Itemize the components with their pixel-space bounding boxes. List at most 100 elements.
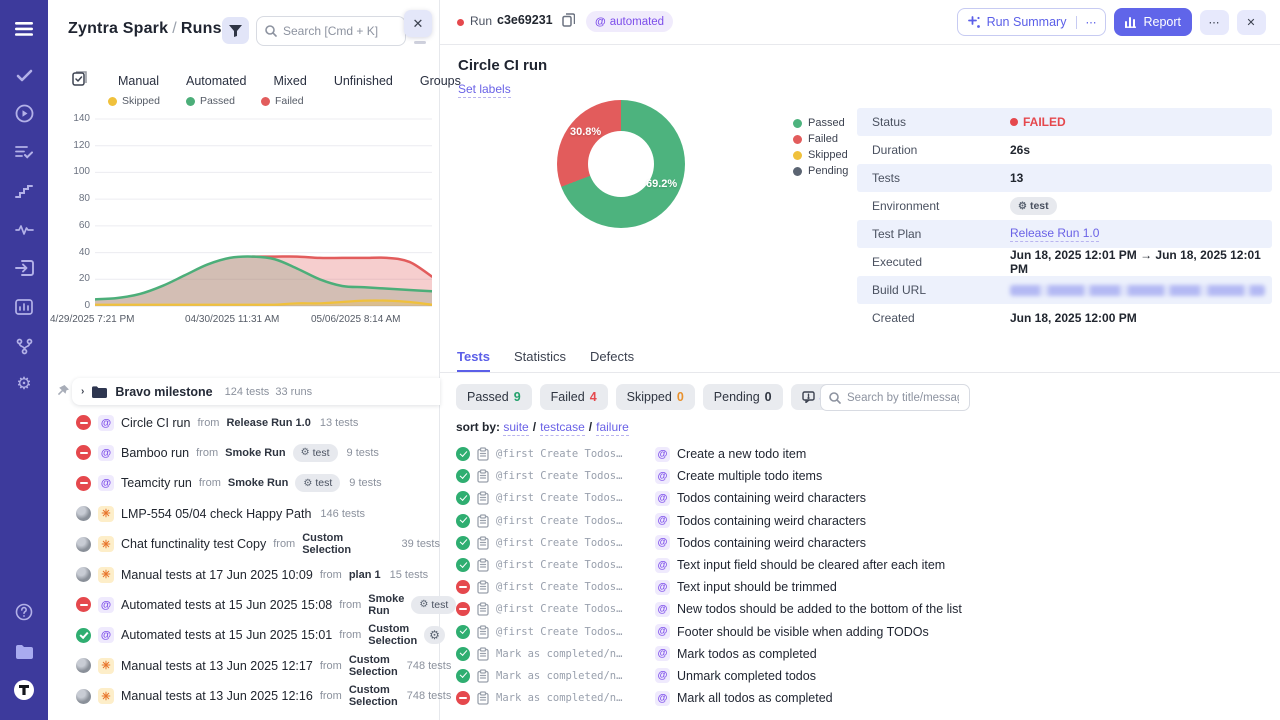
test-title[interactable]: Create multiple todo items — [677, 469, 822, 483]
test-row[interactable]: @first Create Todos…@Create multiple tod… — [456, 465, 1276, 487]
runs-tab-manual[interactable]: Manual — [118, 74, 159, 88]
run-source[interactable]: Smoke Run — [368, 593, 404, 617]
tests-search-input[interactable] — [847, 392, 959, 404]
run-list-item[interactable]: @Teamcity runfromSmoke Run⚙test9 tests — [48, 468, 440, 498]
filter-button[interactable] — [222, 17, 249, 44]
sort-link-failure[interactable]: failure — [596, 420, 629, 436]
test-row[interactable]: @first Create Todos…@Todos containing we… — [456, 510, 1276, 532]
run-source[interactable]: Custom Selection — [302, 532, 392, 556]
pin-icon[interactable] — [56, 384, 70, 398]
run-title[interactable]: Bamboo run — [121, 446, 189, 460]
run-title[interactable]: LMP-554 05/04 check Happy Path — [121, 507, 311, 521]
test-title[interactable]: Unmark completed todos — [677, 669, 816, 683]
run-list-item[interactable]: @Bamboo runfromSmoke Run⚙test9 tests — [48, 438, 440, 468]
runs-tab-automated[interactable]: Automated — [186, 74, 246, 88]
projects-folder-icon[interactable] — [12, 639, 36, 663]
branch-icon[interactable] — [12, 334, 36, 358]
tests-search[interactable] — [820, 384, 970, 411]
set-labels-link[interactable]: Set labels — [458, 82, 511, 98]
sort-link-suite[interactable]: suite — [503, 420, 528, 436]
test-title[interactable]: Footer should be visible when adding TOD… — [677, 625, 929, 639]
select-runs-icon[interactable] — [72, 70, 88, 91]
run-source[interactable]: Smoke Run — [228, 477, 289, 489]
sort-link-testcase[interactable]: testcase — [540, 420, 585, 436]
run-title[interactable]: Manual tests at 17 Jun 2025 10:09 — [121, 568, 313, 582]
filter-chip-passed[interactable]: Passed9 — [456, 384, 532, 410]
filter-chip-pending[interactable]: Pending0 — [703, 384, 783, 410]
settings-gear-icon[interactable]: ⚙ — [12, 372, 36, 396]
run-source[interactable]: Release Run 1.0 — [226, 417, 310, 429]
run-list-item[interactable]: ✳Manual tests at 13 Jun 2025 12:17fromCu… — [48, 651, 440, 681]
close-run-button[interactable]: ✕ — [1237, 10, 1266, 35]
help-icon[interactable] — [12, 600, 36, 624]
run-source[interactable]: Smoke Run — [225, 447, 286, 459]
tab-statistics[interactable]: Statistics — [514, 349, 566, 372]
import-icon[interactable] — [12, 256, 36, 280]
test-row[interactable]: @first Create Todos…@Footer should be vi… — [456, 621, 1276, 643]
tab-tests[interactable]: Tests — [457, 349, 490, 372]
test-plan-link[interactable]: Release Run 1.0 — [1010, 226, 1099, 242]
test-title[interactable]: Todos containing weird characters — [677, 536, 866, 550]
folder-name[interactable]: Bravo milestone — [115, 385, 212, 399]
runs-search[interactable] — [256, 16, 406, 46]
report-button[interactable]: Report — [1114, 8, 1192, 36]
runs-tab-unfinished[interactable]: Unfinished — [334, 74, 393, 88]
run-title[interactable]: Automated tests at 15 Jun 2025 15:08 — [121, 598, 332, 612]
run-source[interactable]: Custom Selection — [349, 684, 398, 708]
panel-close-button[interactable]: ✕ — [404, 10, 432, 37]
test-title[interactable]: Create a new todo item — [677, 447, 806, 461]
run-title[interactable]: Automated tests at 15 Jun 2025 15:01 — [121, 628, 332, 642]
run-list-item[interactable]: ✳Chat functinality test CopyfromCustom S… — [48, 529, 440, 559]
test-row[interactable]: Mark as completed/n…@Unmark completed to… — [456, 665, 1276, 687]
filter-chip-failed[interactable]: Failed4 — [540, 384, 608, 410]
run-title[interactable]: Manual tests at 13 Jun 2025 12:16 — [121, 689, 313, 703]
chevron-right-icon[interactable]: › — [81, 386, 84, 397]
filter-chip-skipped[interactable]: Skipped0 — [616, 384, 695, 410]
run-list-item[interactable]: @Automated tests at 15 Jun 2025 15:01fro… — [48, 620, 440, 650]
run-list-item[interactable]: ✳Manual tests at 17 Jun 2025 10:09frompl… — [48, 559, 440, 589]
panel-resize-handle[interactable] — [414, 41, 426, 44]
test-row[interactable]: @first Create Todos…@New todos should be… — [456, 598, 1276, 620]
test-row[interactable]: Mark as completed/n…@Mark all todos as c… — [456, 687, 1276, 709]
test-title[interactable]: Mark all todos as completed — [677, 691, 833, 705]
test-title[interactable]: Todos containing weird characters — [677, 491, 866, 505]
test-title[interactable]: Mark todos as completed — [677, 647, 817, 661]
runs-tab-groups[interactable]: Groups — [420, 74, 461, 88]
run-summary-more-button[interactable]: ⋯ — [1076, 16, 1105, 29]
breadcrumb-project[interactable]: Zyntra Spark — [68, 20, 168, 37]
automated-badge[interactable]: @automated — [586, 11, 673, 32]
runs-tab-mixed[interactable]: Mixed — [273, 74, 306, 88]
test-row[interactable]: @first Create Todos…@Text input field sh… — [456, 554, 1276, 576]
run-title[interactable]: Circle CI run — [121, 416, 190, 430]
reports-chart-icon[interactable] — [12, 295, 36, 319]
tab-defects[interactable]: Defects — [590, 349, 634, 372]
run-list-item[interactable]: @Circle CI runfromRelease Run 1.013 test… — [48, 407, 440, 437]
runs-search-input[interactable] — [283, 24, 393, 38]
milestones-steps-icon[interactable] — [12, 179, 36, 203]
run-list-item[interactable]: @Automated tests at 15 Jun 2025 15:08fro… — [48, 590, 440, 620]
tests-check-icon[interactable] — [12, 63, 36, 87]
run-source[interactable]: plan 1 — [349, 569, 381, 581]
run-title[interactable]: Manual tests at 13 Jun 2025 12:17 — [121, 659, 313, 673]
run-list-item[interactable]: ✳Manual tests at 13 Jun 2025 12:16fromCu… — [48, 681, 440, 711]
test-row[interactable]: @first Create Todos…@Todos containing we… — [456, 487, 1276, 509]
run-source[interactable]: Custom Selection — [368, 623, 417, 647]
plans-list-icon[interactable] — [12, 140, 36, 164]
more-actions-button[interactable]: ⋯ — [1200, 10, 1229, 35]
runs-play-icon[interactable] — [12, 101, 36, 125]
milestone-folder-row[interactable]: › Bravo milestone 124 tests 33 runs — [48, 377, 440, 407]
test-title[interactable]: New todos should be added to the bottom … — [677, 602, 962, 616]
test-row[interactable]: Mark as completed/n…@Mark todos as compl… — [456, 643, 1276, 665]
menu-icon[interactable] — [12, 17, 36, 41]
run-list-item[interactable]: ✳LMP-554 05/04 check Happy Path146 tests — [48, 499, 440, 529]
test-title[interactable]: Text input field should be cleared after… — [677, 558, 945, 572]
copy-icon[interactable] — [562, 13, 575, 32]
run-title[interactable]: Chat functinality test Copy — [121, 537, 266, 551]
test-row[interactable]: @first Create Todos…@Todos containing we… — [456, 532, 1276, 554]
activity-pulse-icon[interactable] — [12, 217, 36, 241]
test-title[interactable]: Text input should be trimmed — [677, 580, 837, 594]
run-title[interactable]: Teamcity run — [121, 476, 192, 490]
run-source[interactable]: Custom Selection — [349, 654, 398, 678]
app-logo[interactable] — [12, 678, 36, 702]
test-row[interactable]: @first Create Todos…@Text input should b… — [456, 576, 1276, 598]
